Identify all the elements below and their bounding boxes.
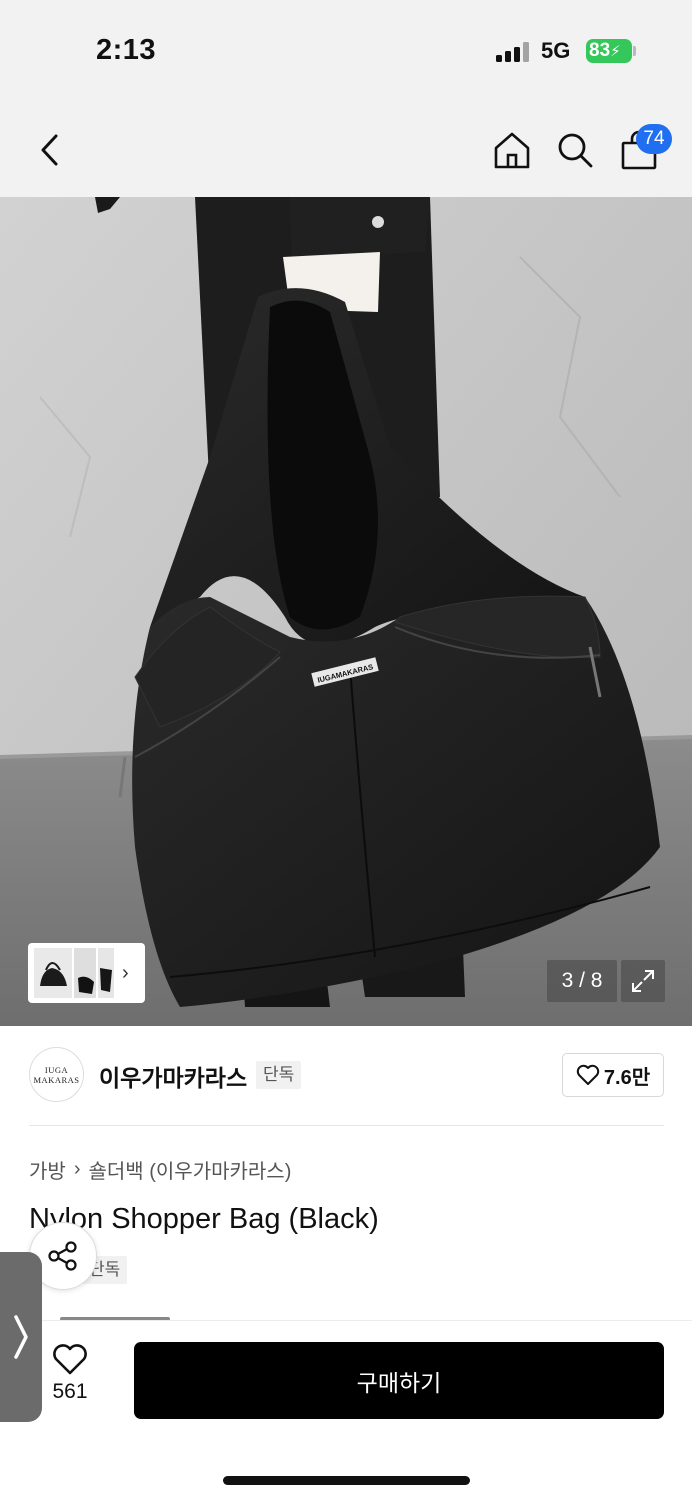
breadcrumb-subcategory[interactable]: 숄더백 (이우가마카라스) — [88, 1155, 291, 1184]
brand-exclusive-tag: 단독 — [256, 1061, 302, 1089]
heart-icon — [53, 1344, 87, 1375]
expand-button[interactable] — [621, 960, 665, 1002]
brand-name[interactable]: 이우가마카라스 — [99, 1059, 247, 1093]
product-image[interactable]: IUGAMAKARAS — [0, 197, 692, 1026]
expand-icon — [632, 970, 654, 992]
breadcrumb: 가방 › 숄더백 (이우가마카라스) — [29, 1155, 291, 1184]
home-indicator — [223, 1476, 470, 1485]
search-button[interactable] — [551, 126, 599, 174]
brand-row: IUGA MAKARAS 이우가마카라스 단독 7.6만 — [0, 1026, 692, 1126]
battery-level: 83 — [589, 40, 611, 61]
side-panel-tab[interactable] — [0, 1252, 42, 1422]
cart-count-badge: 74 — [636, 124, 672, 154]
brand-like-button[interactable]: 7.6만 — [562, 1053, 664, 1097]
back-button[interactable] — [26, 126, 74, 174]
nav-bar — [0, 100, 692, 197]
heart-icon — [576, 1064, 600, 1085]
page-counter: 3 / 8 — [547, 960, 617, 1002]
wishlist-count: 561 — [52, 1380, 88, 1403]
status-time: 2:13 — [96, 34, 157, 66]
wishlist-button[interactable]: 561 — [44, 1344, 96, 1414]
signal-icon — [496, 42, 530, 62]
network-label: 5G — [541, 38, 571, 63]
chevron-right-icon: › — [73, 1158, 81, 1180]
home-icon — [494, 132, 530, 169]
home-button[interactable] — [488, 126, 536, 174]
brand-logo-line2: MAKARAS — [33, 1074, 80, 1085]
battery-icon: 83⚡ — [586, 39, 632, 63]
breadcrumb-category[interactable]: 가방 — [29, 1155, 66, 1184]
brand-like-count: 7.6만 — [603, 1066, 651, 1089]
share-icon — [48, 1241, 77, 1271]
divider — [29, 1125, 664, 1126]
battery-tip — [633, 46, 636, 56]
chevron-left-icon — [41, 134, 58, 166]
thumbnail-strip[interactable]: › — [28, 943, 145, 1003]
product-photo: IUGAMAKARAS — [0, 197, 692, 1026]
status-bar: 2:13 5G 83⚡ — [0, 0, 692, 100]
chevron-right-icon — [14, 1315, 28, 1359]
chevron-right-icon: › — [122, 961, 129, 984]
thumbnail-images — [34, 948, 114, 998]
brand-logo-line1: IUGA — [44, 1064, 69, 1075]
brand-logo[interactable]: IUGA MAKARAS — [29, 1047, 84, 1102]
search-icon — [558, 133, 593, 168]
buy-button[interactable]: 구매하기 — [134, 1342, 664, 1419]
